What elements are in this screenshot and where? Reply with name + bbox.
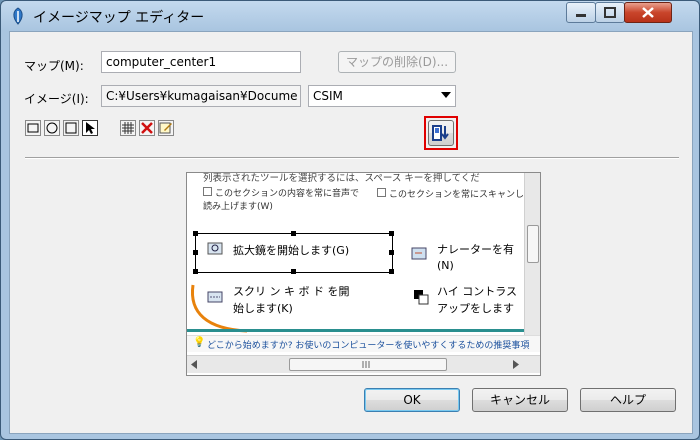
scroll-right-icon[interactable] <box>512 360 520 369</box>
maximize-button[interactable] <box>595 2 625 23</box>
app-icon <box>13 7 23 25</box>
vertical-scrollbar[interactable] <box>524 173 540 335</box>
rectangle-tool-button[interactable] <box>25 120 41 136</box>
vertical-scroll-thumb[interactable] <box>527 225 539 263</box>
separator <box>25 157 679 159</box>
format-select-value: CSIM <box>313 89 343 103</box>
preview-check1-text: このセクションの内容を常に音声で読み上げます(W) <box>203 189 360 212</box>
rectangle-tool-icon <box>27 123 39 133</box>
resize-handle[interactable] <box>291 231 296 236</box>
close-button[interactable] <box>624 2 672 23</box>
onscreen-keyboard-label-2: 始します(K) <box>233 302 293 315</box>
resize-handle[interactable] <box>193 231 198 236</box>
magnifier-icon <box>207 242 223 255</box>
title-bar[interactable]: イメージマップ エディター <box>1 1 699 31</box>
pointer-tool-icon <box>86 122 95 134</box>
image-path-field[interactable]: C:¥Users¥kumagaisan¥Docume <box>101 85 301 107</box>
keyboard-icon <box>207 291 223 303</box>
magnifier-label: 拡大鏡を開始します(G) <box>233 244 350 257</box>
grid-tool-button[interactable] <box>120 120 136 136</box>
resize-handle[interactable] <box>193 250 198 255</box>
image-preview[interactable]: 列表示されたツールを選択するには、スペース キーを押してくだ このセクションの内… <box>186 172 541 376</box>
preview-divider <box>187 329 524 332</box>
map-label: マップ(M): <box>24 59 84 73</box>
minimize-icon <box>576 14 586 17</box>
preview-tip-bar: 💡 どこから始めますか? お使いのコンピューターを使いやすくするための推奨事項 <box>187 335 540 352</box>
checkbox-icon <box>377 188 386 197</box>
high-contrast-label: ハイ コントラス <box>437 285 518 298</box>
close-icon <box>642 7 654 18</box>
chevron-down-icon <box>441 92 451 98</box>
pointer-tool-button[interactable] <box>82 120 98 136</box>
delete-tool-button[interactable] <box>139 120 155 136</box>
window-title: イメージマップ エディター <box>33 10 205 26</box>
delete-tool-icon <box>141 122 153 134</box>
horizontal-scroll-thumb[interactable] <box>289 358 447 371</box>
circle-tool-icon <box>46 122 58 134</box>
high-contrast-label-2: アップをします <box>437 302 514 315</box>
edit-tool-icon <box>159 122 172 134</box>
preview-check1: このセクションの内容を常に音声で読み上げます(W) <box>203 187 363 214</box>
polygon-tool-icon <box>65 122 77 134</box>
image-properties-icon <box>432 125 449 141</box>
resize-handle[interactable] <box>193 269 198 274</box>
narrator-icon <box>411 247 427 260</box>
lightbulb-icon: 💡 <box>193 337 206 348</box>
preview-check2: このセクションを常にスキャンし <box>377 187 524 200</box>
polygon-tool-button[interactable] <box>63 120 79 136</box>
maximize-icon <box>604 7 616 18</box>
image-map-editor-window: イメージマップ エディター マップ(M): computer_center1 マ… <box>0 0 700 440</box>
cancel-button[interactable]: キャンセル <box>472 388 568 412</box>
minimize-button[interactable] <box>566 2 596 23</box>
preview-check2-text: このセクションを常にスキャンし <box>389 190 525 200</box>
image-label: イメージ(I): <box>24 92 89 106</box>
resize-handle[interactable] <box>389 269 394 274</box>
ok-button[interactable]: OK <box>364 388 460 412</box>
horizontal-scrollbar[interactable] <box>187 355 540 373</box>
scroll-left-icon[interactable] <box>190 360 198 369</box>
grid-tool-icon <box>122 122 134 134</box>
preview-instruction-text: 列表示されたツールを選択するには、スペース キーを押してくだ <box>203 173 480 184</box>
dialog-body: マップ(M): computer_center1 マップの削除(D)... イメ… <box>9 31 693 434</box>
narrator-label: ナレーターを有 <box>437 243 514 256</box>
edit-tool-button[interactable] <box>158 120 174 136</box>
resize-handle[interactable] <box>291 269 296 274</box>
resize-handle[interactable] <box>389 250 394 255</box>
narrator-label-2: (N) <box>437 259 454 272</box>
preview-tip-text: どこから始めますか? お使いのコンピューターを使いやすくするための推奨事項 <box>207 341 530 351</box>
image-properties-button[interactable] <box>428 120 454 146</box>
help-button[interactable]: ヘルプ <box>580 388 676 412</box>
map-name-input[interactable]: computer_center1 <box>101 51 301 73</box>
grip-icon <box>362 361 370 368</box>
format-select[interactable]: CSIM <box>308 85 456 107</box>
resize-handle[interactable] <box>389 231 394 236</box>
checkbox-icon <box>203 187 212 196</box>
onscreen-keyboard-label: スクリ ン キ ボ ド を開 <box>233 285 350 298</box>
delete-map-button[interactable]: マップの削除(D)... <box>338 51 456 73</box>
high-contrast-icon <box>414 290 429 305</box>
circle-tool-button[interactable] <box>44 120 60 136</box>
